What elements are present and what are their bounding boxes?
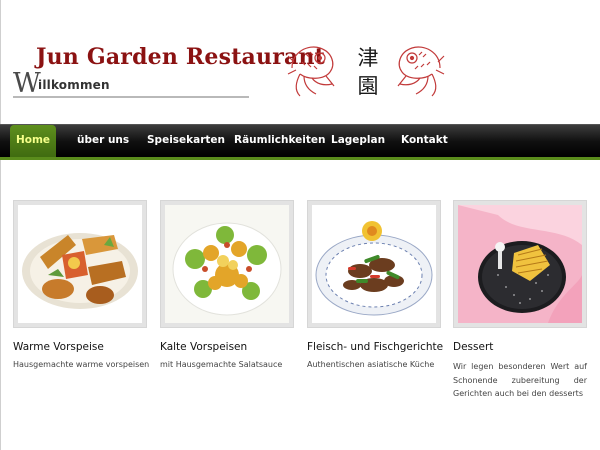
chinese-characters: 津 園 [346, 44, 390, 100]
nav-accent-line [0, 157, 600, 160]
cold-starters-photo [165, 205, 289, 323]
card-warm-starters: Warme Vorspeise Hausgemachte warme vorsp… [13, 200, 149, 369]
site-header: Jun Garden Restaurant W illkommen 津 園 [0, 0, 600, 120]
main-navigation: Home über uns Speisekarten Räumlichkeite… [0, 124, 600, 158]
nav-item-home[interactable]: Home [10, 125, 56, 158]
card-description: Authentischen asiatische Küche [307, 360, 435, 369]
fish-logo-right [397, 46, 445, 97]
welcome-text: illkommen [38, 78, 110, 92]
card-title: Warme Vorspeise [13, 341, 104, 353]
card-cold-starters: Kalte Vorspeisen mit Hausgemachte Salats… [160, 200, 294, 369]
card-title: Kalte Vorspeisen [160, 341, 248, 353]
nav-item-about[interactable]: über uns [77, 125, 129, 158]
fish-logo-left [287, 46, 335, 97]
card-description: Wir legen besonderen Wert auf Schonende … [453, 362, 587, 398]
card-description: mit Hausgemachte Salatsauce [160, 360, 283, 369]
card-image-frame[interactable] [307, 200, 441, 328]
card-dessert: Dessert Wir legen besonderen Wert auf Sc… [453, 200, 587, 398]
card-image-frame[interactable] [13, 200, 147, 328]
card-title: Fleisch- und Fischgerichte [307, 341, 444, 353]
card-meat-fish: Fleisch- und Fischgerichte Authentischen… [307, 200, 443, 369]
dessert-photo [458, 205, 582, 323]
site-title: Jun Garden Restaurant [36, 44, 326, 70]
meat-fish-photo [312, 205, 436, 323]
nav-item-contact[interactable]: Kontakt [401, 125, 448, 158]
welcome-heading: W illkommen [13, 70, 249, 98]
card-image-frame[interactable] [453, 200, 587, 328]
card-description: Hausgemachte warme vorspeisen [13, 360, 150, 369]
nav-item-menus[interactable]: Speisekarten [147, 125, 225, 158]
nav-item-rooms[interactable]: Räumlichkeiten [234, 125, 326, 158]
chinese-char-1: 津 [357, 46, 379, 70]
card-image-frame[interactable] [160, 200, 294, 328]
nav-item-location[interactable]: Lageplan [331, 125, 385, 158]
card-title: Dessert [453, 341, 494, 353]
welcome-initial: W [13, 68, 41, 99]
warm-starters-photo [18, 205, 142, 323]
chinese-char-2: 園 [357, 74, 379, 98]
